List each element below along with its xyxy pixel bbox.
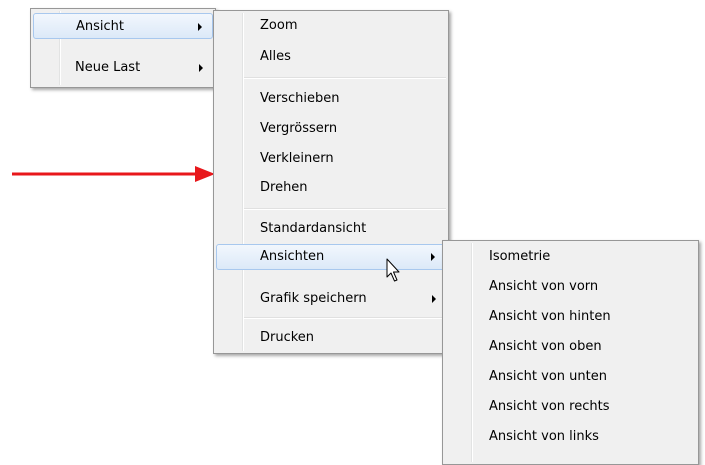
menu-item-label: Drehen <box>260 180 308 195</box>
menu-item-label: Standardansicht <box>260 221 367 236</box>
menu-item-label: Ansicht von unten <box>489 369 607 384</box>
submenu-arrow-icon <box>198 23 202 31</box>
menu-item-zoom[interactable]: Zoom <box>216 13 446 39</box>
menu-item-neue-last[interactable]: Neue Last <box>33 55 213 81</box>
red-annotation-arrow-icon <box>12 166 215 182</box>
menu-item-label: Ansicht von vorn <box>489 279 599 294</box>
menu-item-ansicht-von-oben[interactable]: Ansicht von oben <box>445 334 696 360</box>
menu-item-label: Grafik speichern <box>260 291 367 306</box>
menu-item-label: Verschieben <box>260 91 340 106</box>
menu-item-verkleinern[interactable]: Verkleinern <box>216 146 446 172</box>
submenu-arrow-icon <box>199 64 203 72</box>
submenu-arrow-icon <box>431 253 435 261</box>
menu-item-label: Ansicht von oben <box>489 339 602 354</box>
menu-item-label: Zoom <box>260 18 298 33</box>
menu-item-label: Ansicht von rechts <box>489 399 610 414</box>
menu-item-grafik-speichern[interactable]: Grafik speichern <box>216 286 446 312</box>
menu-item-ansicht[interactable]: Ansicht <box>33 13 213 39</box>
menu-item-ansichten[interactable]: Ansichten <box>216 244 446 270</box>
context-menu: Ansicht Neue Last <box>30 8 216 88</box>
ansichten-submenu: Isometrie Ansicht von vorn Ansicht von h… <box>442 240 699 465</box>
menu-item-ansicht-von-rechts[interactable]: Ansicht von rechts <box>445 394 696 420</box>
menu-item-vergroessern[interactable]: Vergrössern <box>216 116 446 142</box>
menu-separator <box>244 77 446 79</box>
menu-separator <box>244 317 446 319</box>
menu-item-label: Verkleinern <box>260 151 334 166</box>
menu-separator <box>244 208 446 210</box>
menu-item-label: Ansichten <box>260 249 325 264</box>
menu-item-verschieben[interactable]: Verschieben <box>216 86 446 112</box>
ansicht-submenu: Zoom Alles Verschieben Vergrössern Verkl… <box>213 10 449 354</box>
menu-item-label: Ansicht von links <box>489 429 599 444</box>
menu-item-drucken[interactable]: Drucken <box>216 325 446 351</box>
menu-item-label: Ansicht von hinten <box>489 309 611 324</box>
menu-item-isometrie[interactable]: Isometrie <box>445 244 696 270</box>
menu-item-standardansicht[interactable]: Standardansicht <box>216 216 446 242</box>
menu-item-alles[interactable]: Alles <box>216 44 446 70</box>
menu-item-ansicht-von-unten[interactable]: Ansicht von unten <box>445 364 696 390</box>
submenu-arrow-icon <box>432 295 436 303</box>
menu-item-ansicht-von-hinten[interactable]: Ansicht von hinten <box>445 304 696 330</box>
menu-item-label: Neue Last <box>75 60 141 75</box>
menu-item-label: Ansicht <box>76 19 125 34</box>
menu-item-ansicht-von-links[interactable]: Ansicht von links <box>445 424 696 450</box>
menu-item-label: Alles <box>260 49 291 64</box>
mouse-pointer-icon <box>386 258 400 282</box>
menu-item-label: Drucken <box>260 330 315 345</box>
menu-item-label: Isometrie <box>489 249 551 264</box>
menu-item-label: Vergrössern <box>260 121 338 136</box>
menu-item-drehen[interactable]: Drehen <box>216 175 446 201</box>
menu-item-ansicht-von-vorn[interactable]: Ansicht von vorn <box>445 274 696 300</box>
